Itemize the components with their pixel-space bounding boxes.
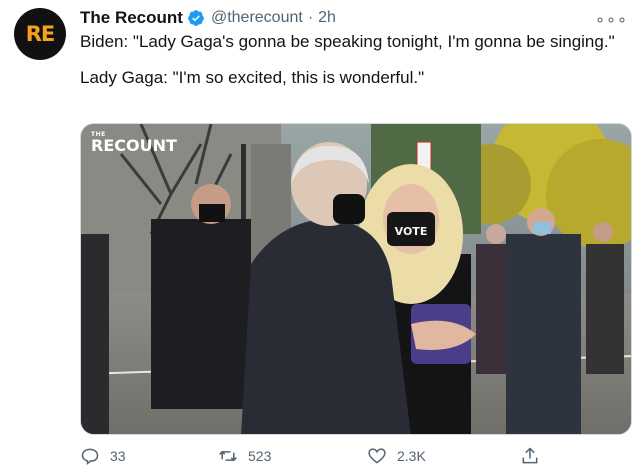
verified-badge-icon (188, 10, 204, 26)
tweet[interactable]: RE The Recount @therecount · 2h ∘∘∘ Bide… (0, 0, 640, 474)
more-horizontal-icon[interactable]: ∘∘∘ (595, 10, 628, 30)
retweet-icon (219, 450, 237, 462)
handle[interactable]: @therecount (211, 9, 303, 27)
retweet-count: 523 (248, 448, 272, 464)
tweet-paragraph: Lady Gaga: "I'm so excited, this is wond… (80, 68, 425, 87)
avatar[interactable]: RE (14, 8, 66, 60)
video-watermark: THE RECOUNT (91, 132, 177, 154)
display-name[interactable]: The Recount (80, 8, 183, 28)
watermark-big: RECOUNT (91, 136, 177, 155)
retweet-button[interactable]: 523 (218, 446, 271, 466)
like-count: 2.3K (397, 448, 426, 464)
share-button[interactable] (520, 446, 550, 466)
tweet-text: Biden: "Lady Gaga's gonna be speaking to… (80, 31, 625, 89)
avatar-logo: RE (25, 22, 55, 46)
tweet-actions: 33 523 2.3K (80, 446, 625, 470)
reply-icon (81, 448, 99, 466)
heart-icon (368, 448, 386, 464)
tweet-video[interactable]: VOTE THE RECOUNT (80, 123, 632, 435)
share-icon (522, 447, 538, 464)
like-button[interactable]: 2.3K (367, 446, 426, 466)
separator-dot: · (307, 9, 314, 26)
timestamp[interactable]: 2h (318, 9, 336, 27)
tweet-header: The Recount @therecount · 2h (80, 7, 336, 29)
mask-text: VOTE (395, 225, 428, 238)
tweet-paragraph: Biden: "Lady Gaga's gonna be speaking to… (80, 32, 615, 51)
video-frame: VOTE (81, 124, 631, 434)
reply-count: 33 (110, 448, 126, 464)
reply-button[interactable]: 33 (80, 446, 126, 466)
